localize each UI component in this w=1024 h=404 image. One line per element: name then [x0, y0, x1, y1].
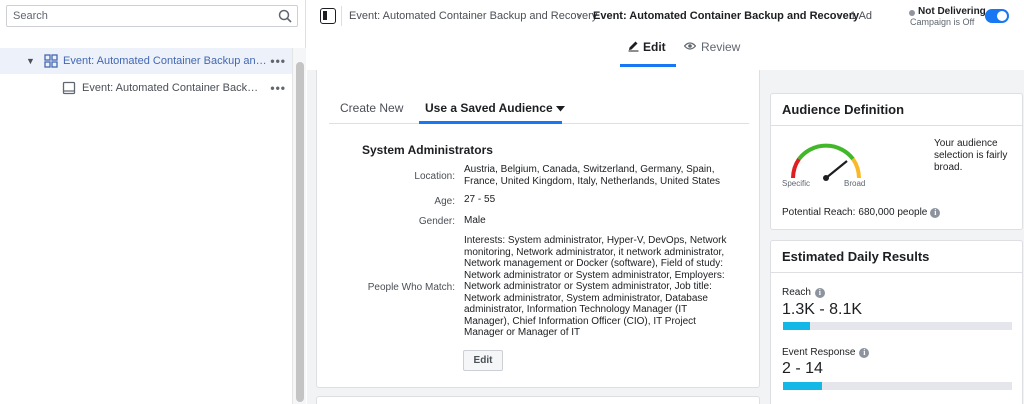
tree-item-label: Event: Automated Container Backup and Re… [82, 82, 262, 94]
breadcrumb-ad-set[interactable]: Event: Automated Container Backup and Re… [593, 10, 859, 22]
audience-size-gauge [791, 143, 861, 181]
info-icon[interactable]: i [930, 207, 941, 218]
breadcrumb-separator: › [837, 10, 841, 22]
top-bar: Event: Automated Container Backup and Re… [307, 0, 1024, 32]
audience-breadth-description: Your audience selection is fairly broad. [934, 138, 1008, 173]
campaign-tree-sidebar: ▼ Event: Automated Container Backup and … [0, 0, 306, 404]
caret-down-icon[interactable]: ▼ [26, 56, 36, 66]
next-section-card [316, 396, 760, 404]
tree-item-label: Event: Automated Container Backup and Re… [63, 55, 268, 67]
people-who-match-label: People Who Match: [367, 282, 455, 293]
more-options-icon[interactable]: ••• [270, 54, 286, 68]
tab-review-label: Review [701, 40, 741, 54]
divider [771, 125, 1022, 126]
tab-saved-audience[interactable]: Use a Saved Audience [425, 101, 565, 115]
audience-tabs: Create New Use a Saved Audience [329, 96, 749, 124]
potential-reach: Potential Reach: 680,000 people i [782, 207, 941, 218]
potential-reach-label: Potential Reach: [782, 207, 856, 218]
search-icon[interactable] [278, 9, 292, 23]
people-who-match-value: Interests: System administrator, Hyper-V… [464, 235, 727, 338]
breadcrumb-separator: › [577, 10, 581, 22]
pencil-icon [628, 41, 639, 52]
ad-icon [62, 81, 76, 95]
more-options-icon[interactable]: ••• [270, 81, 286, 95]
delivery-status: Not Delivering [918, 6, 986, 17]
tree-item-ad[interactable]: Event: Automated Container Backup and Re… [0, 75, 292, 101]
divider [341, 6, 342, 26]
reach-bar-fill [783, 322, 811, 330]
gender-label: Gender: [418, 216, 455, 227]
event-response-value: 2 - 14 [782, 360, 823, 377]
tab-edit-label: Edit [643, 40, 666, 54]
scrollbar-thumb[interactable] [296, 62, 304, 402]
location-value: Austria, Belgium, Canada, Switzerland, G… [464, 164, 721, 187]
estimated-daily-results-title: Estimated Daily Results [782, 249, 930, 264]
ad-set-icon [44, 54, 58, 68]
event-response-label: Event Response i [782, 347, 870, 358]
eye-icon [684, 42, 696, 50]
location-label: Location: [414, 171, 455, 182]
search-input[interactable] [7, 6, 267, 26]
age-value: 27 - 55 [464, 194, 496, 205]
event-response-label-text: Event Response [782, 347, 856, 358]
audience-name: System Administrators [362, 143, 493, 157]
campaign-status: Campaign is Off [910, 17, 975, 27]
info-icon[interactable]: i [859, 347, 870, 358]
reach-value: 1.3K - 8.1K [782, 301, 863, 318]
tab-review[interactable]: Review [684, 40, 740, 54]
active-tab-indicator [620, 64, 676, 67]
breadcrumb-campaign[interactable]: Event: Automated Container Backup and Re… [349, 10, 597, 22]
breadcrumb-ads[interactable]: 1 Ad [850, 10, 872, 22]
caret-down-icon [555, 106, 565, 112]
tree-item-ad-set[interactable]: ▼ Event: Automated Container Backup and … [0, 48, 292, 74]
event-response-bar-fill [783, 382, 822, 390]
audience-definition-title: Audience Definition [782, 102, 905, 117]
reach-label-text: Reach [782, 287, 811, 298]
event-response-bar [783, 382, 1012, 390]
divider [771, 272, 1022, 273]
search-box [6, 5, 298, 27]
audience-definition-card: Audience Definition Specific Broad Your … [770, 93, 1023, 230]
campaign-on-off-toggle[interactable] [985, 9, 1009, 23]
estimated-daily-results-card: Estimated Daily Results Reach i 1.3K - 8… [770, 240, 1023, 404]
info-icon[interactable]: i [814, 287, 825, 298]
audience-section: Create New Use a Saved Audience System A… [316, 70, 760, 388]
gauge-specific-label: Specific [782, 179, 811, 188]
edit-audience-button[interactable]: Edit [463, 350, 503, 371]
active-tab-indicator [419, 121, 562, 124]
age-label: Age: [434, 196, 455, 207]
delivery-status-dot [909, 10, 915, 16]
panel-toggle-icon[interactable] [320, 8, 336, 24]
gauge-broad-label: Broad [844, 179, 866, 188]
potential-reach-value: 680,000 people [858, 207, 928, 218]
tab-create-new[interactable]: Create New [340, 101, 403, 115]
reach-label: Reach i [782, 287, 825, 298]
reach-bar [783, 322, 1012, 330]
sidebar-scrollbar[interactable] [292, 48, 306, 404]
tab-saved-audience-label: Use a Saved Audience [425, 101, 553, 115]
gender-value: Male [464, 215, 486, 226]
